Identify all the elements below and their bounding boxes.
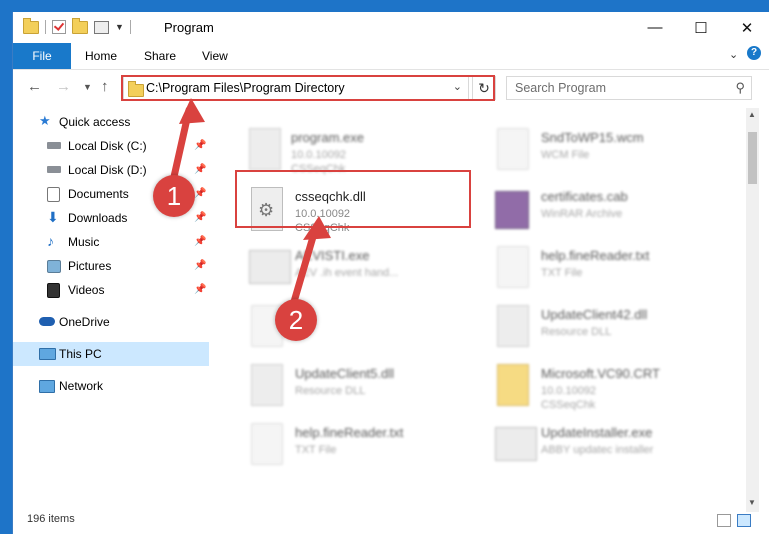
- arrow-1-head: [179, 98, 205, 124]
- callout-step-2: 2: [275, 299, 317, 341]
- annotation-arrows: [167, 98, 331, 316]
- explorer-window: ▼ Program — ☐ ✕ File Home Share View ⌄ ?…: [12, 12, 769, 534]
- callout-step-1: 1: [153, 175, 195, 217]
- arrow-2-head: [303, 216, 331, 240]
